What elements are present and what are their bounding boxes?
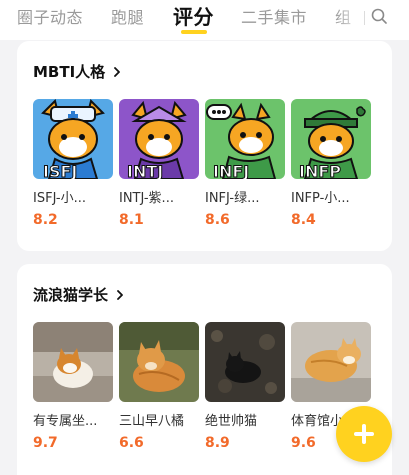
rating-item-intj[interactable]: INTJ INTJ-紫... 8.1 — [119, 99, 199, 228]
item-score: 8.2 — [33, 212, 58, 228]
fox-infj-avatar-icon: INFJ — [205, 99, 285, 179]
item-score: 6.6 — [119, 435, 144, 451]
search-icon[interactable] — [370, 7, 388, 25]
cat-photo-icon — [291, 322, 371, 402]
item-score: 8.1 — [119, 212, 144, 228]
tab-divider — [364, 11, 365, 25]
item-name: 三山早八橘 — [119, 414, 185, 429]
top-tab-bar: 圈子动态 跑腿 评分 二手集市 组 — [0, 0, 409, 40]
stray-cat-section-header[interactable]: 流浪猫学长 — [33, 284, 124, 305]
tab-overflow-fade — [335, 0, 365, 40]
fox-infp-avatar-icon: INFP — [291, 99, 371, 179]
mbti-section-header[interactable]: MBTI人格 — [33, 61, 121, 82]
tab-circle-feed[interactable]: 圈子动态 — [17, 4, 83, 28]
rating-item-cat-2[interactable]: 三山早八橘 6.6 — [119, 322, 199, 451]
fox-isfj-avatar-icon: ISFJ — [33, 99, 113, 179]
svg-text:INFP: INFP — [299, 162, 341, 179]
section-title: MBTI人格 — [33, 63, 106, 81]
rating-item-infj[interactable]: INFJ INFJ-绿... 8.6 — [205, 99, 285, 228]
fox-intj-avatar-icon: INTJ — [119, 99, 199, 179]
item-score: 8.6 — [205, 212, 230, 228]
cat-photo-icon — [119, 322, 199, 402]
item-name: 绝世帅猫 — [205, 414, 258, 429]
svg-text:ISFJ: ISFJ — [43, 162, 77, 179]
item-name: INTJ-紫... — [119, 191, 174, 206]
tab-second-hand-market[interactable]: 二手集市 — [241, 4, 307, 28]
rating-item-cat-1[interactable]: 有专属坐... 9.7 — [33, 322, 113, 451]
active-tab-indicator — [181, 30, 207, 34]
cat-photo-icon — [33, 322, 113, 402]
svg-text:INFJ: INFJ — [213, 162, 249, 179]
plus-icon — [354, 424, 374, 444]
add-button[interactable] — [336, 406, 392, 462]
mbti-section-card: MBTI人格 ISFJ ISFJ-小... 8.2 INTJ INTJ-紫...… — [17, 41, 392, 251]
rating-item-cat-3[interactable]: 绝世帅猫 8.9 — [205, 322, 285, 451]
cat-photo-icon — [205, 322, 285, 402]
stray-cat-section-card: 流浪猫学长 有专属坐... 9.7 三山早八橘 6.6 绝世帅猫 8.9 体育馆… — [17, 264, 392, 475]
tab-errands[interactable]: 跑腿 — [111, 4, 144, 28]
section-title: 流浪猫学长 — [33, 286, 109, 304]
svg-text:INTJ: INTJ — [127, 162, 163, 179]
item-name: INFJ-绿... — [205, 191, 260, 206]
rating-item-isfj[interactable]: ISFJ ISFJ-小... 8.2 — [33, 99, 113, 228]
item-score: 9.7 — [33, 435, 58, 451]
rating-item-infp[interactable]: INFP INFP-小... 8.4 — [291, 99, 371, 228]
item-score: 8.9 — [205, 435, 230, 451]
item-score: 8.4 — [291, 212, 316, 228]
chevron-right-icon — [114, 66, 121, 77]
item-name: ISFJ-小... — [33, 191, 87, 206]
item-name: INFP-小... — [291, 191, 350, 206]
tab-ratings[interactable]: 评分 — [173, 1, 214, 30]
item-name: 有专属坐... — [33, 414, 98, 429]
chevron-right-icon — [117, 289, 123, 300]
